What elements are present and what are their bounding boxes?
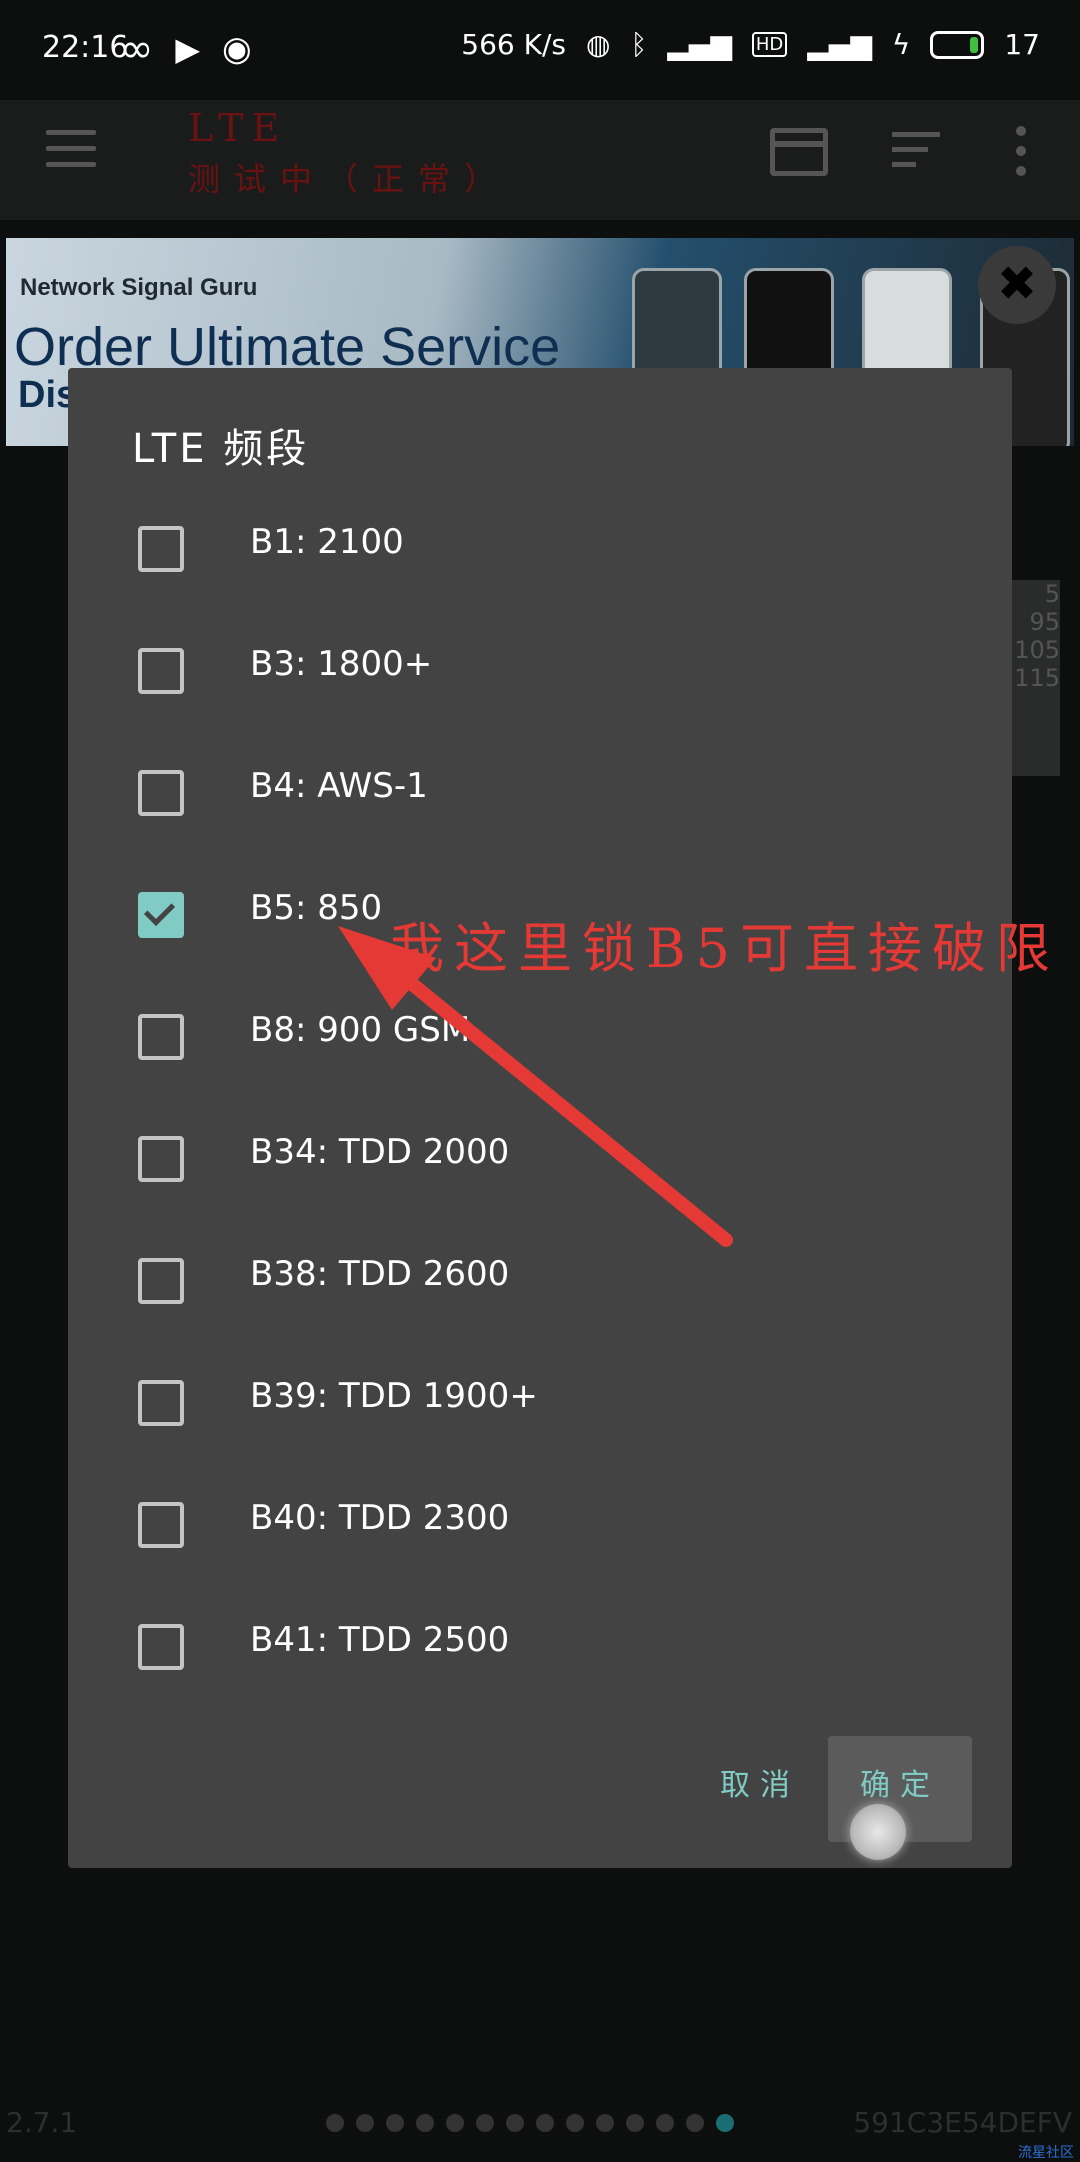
page-dot[interactable] <box>326 2114 344 2132</box>
page-dot[interactable] <box>536 2114 554 2132</box>
page-dot[interactable] <box>506 2114 524 2132</box>
page-dot[interactable] <box>416 2114 434 2132</box>
watermark-text: 流星社区 <box>1018 2145 1074 2161</box>
annotation-text: 我这里锁B5可直接破限 <box>390 917 1061 980</box>
page-dot[interactable] <box>626 2114 644 2132</box>
page-dot[interactable] <box>656 2114 674 2132</box>
page-dot[interactable] <box>386 2114 404 2132</box>
page-dot[interactable] <box>566 2114 584 2132</box>
page-indicator[interactable] <box>326 2114 734 2132</box>
device-id: 591C3E54DEFV <box>853 2106 1072 2139</box>
bottom-bar: 2.7.1 591C3E54DEFV 流星社区 <box>0 2090 1080 2161</box>
page-dot[interactable] <box>686 2114 704 2132</box>
page-dot[interactable] <box>356 2114 374 2132</box>
annotation-arrow-icon <box>338 926 733 1247</box>
page-dot[interactable] <box>476 2114 494 2132</box>
page-dot-active[interactable] <box>716 2114 734 2132</box>
version-label: 2.7.1 <box>6 2106 78 2139</box>
page-dot[interactable] <box>596 2114 614 2132</box>
page-dot[interactable] <box>446 2114 464 2132</box>
